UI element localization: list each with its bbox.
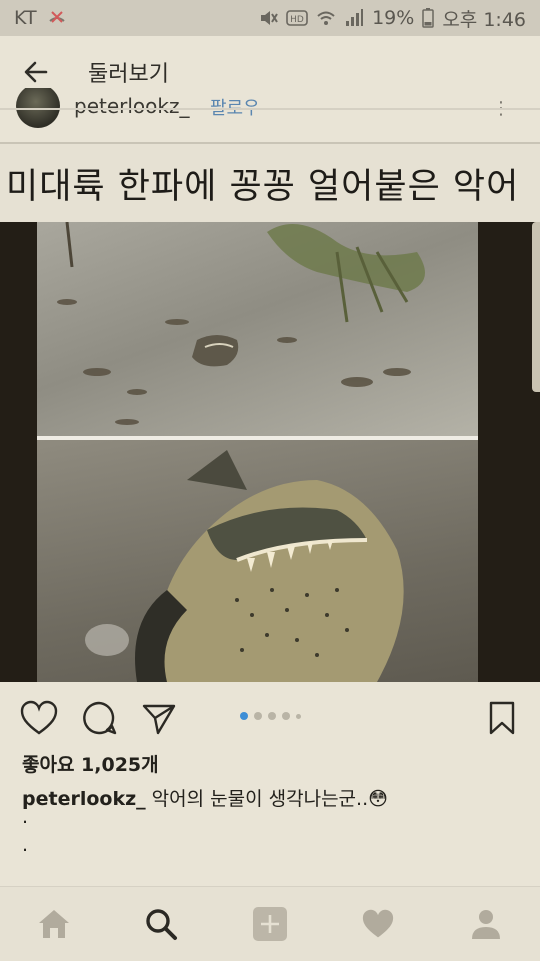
- share-button[interactable]: [139, 698, 179, 738]
- carousel-dot: [268, 712, 276, 720]
- heart-icon: [20, 700, 58, 735]
- wifi-icon: [316, 8, 336, 28]
- post-header: peterlookz_ 팔로우 ⋮: [0, 88, 540, 142]
- save-button[interactable]: [482, 698, 522, 738]
- bottom-nav: [0, 886, 540, 961]
- flushed-emoji-icon: 😳: [368, 788, 388, 810]
- carousel-dot: [240, 712, 248, 720]
- send-icon: [142, 704, 176, 735]
- like-count[interactable]: 좋아요 1,025개: [22, 750, 159, 777]
- divider: [0, 108, 540, 110]
- caption-line: .: [22, 834, 29, 856]
- nav-profile[interactable]: [461, 899, 511, 949]
- battery-icon: [422, 8, 435, 28]
- post-title: 미대륙 한파에 꽁꽁 얼어붙은 악어: [6, 166, 520, 207]
- svg-text:HD: HD: [290, 15, 304, 25]
- missed-call-icon: [47, 8, 67, 28]
- nav-add[interactable]: [245, 899, 295, 949]
- nav-search[interactable]: [136, 899, 186, 949]
- carousel-indicator: [240, 712, 301, 720]
- caption: peterlookz_ 악어의 눈물이 생각나는군..😳: [22, 784, 388, 811]
- post-image[interactable]: [0, 222, 540, 682]
- page-title: 둘러보기: [88, 62, 169, 87]
- search-icon: [146, 909, 177, 940]
- comment-icon: [83, 701, 117, 735]
- post-username[interactable]: peterlookz_: [74, 94, 189, 118]
- battery-percent: 19%: [372, 7, 415, 29]
- caption-username[interactable]: peterlookz_: [22, 788, 146, 810]
- nav-activity[interactable]: [353, 899, 403, 949]
- carousel-dot: [254, 712, 262, 720]
- signal-icon: [344, 8, 364, 28]
- carousel-dot: [282, 712, 290, 720]
- like-button[interactable]: [19, 698, 59, 738]
- carousel-dot: [296, 713, 301, 719]
- comment-button[interactable]: [79, 698, 119, 738]
- heart-icon: [362, 909, 394, 938]
- clock: 오후 1:46: [442, 8, 526, 31]
- post-actions: [0, 682, 540, 750]
- photo-bottom: [37, 440, 478, 682]
- follow-button[interactable]: 팔로우: [210, 94, 260, 120]
- hd-icon: HD: [286, 9, 308, 27]
- status-bar: KT HD 19% 오후 1:46: [0, 0, 540, 36]
- scroll-indicator: [532, 222, 540, 392]
- carrier-label: KT: [14, 7, 37, 29]
- home-icon: [39, 910, 69, 938]
- caption-line: .: [22, 806, 29, 828]
- post-title-bar: 미대륙 한파에 꽁꽁 얼어붙은 악어: [0, 142, 540, 222]
- profile-icon: [472, 910, 500, 939]
- nav-home[interactable]: [29, 899, 79, 949]
- back-arrow-icon: [24, 61, 48, 83]
- caption-text: 악어의 눈물이 생각나는군..: [145, 788, 369, 810]
- bookmark-icon: [489, 701, 515, 735]
- photo-top: [37, 222, 478, 436]
- mute-icon: [258, 8, 278, 28]
- add-icon: [253, 907, 287, 941]
